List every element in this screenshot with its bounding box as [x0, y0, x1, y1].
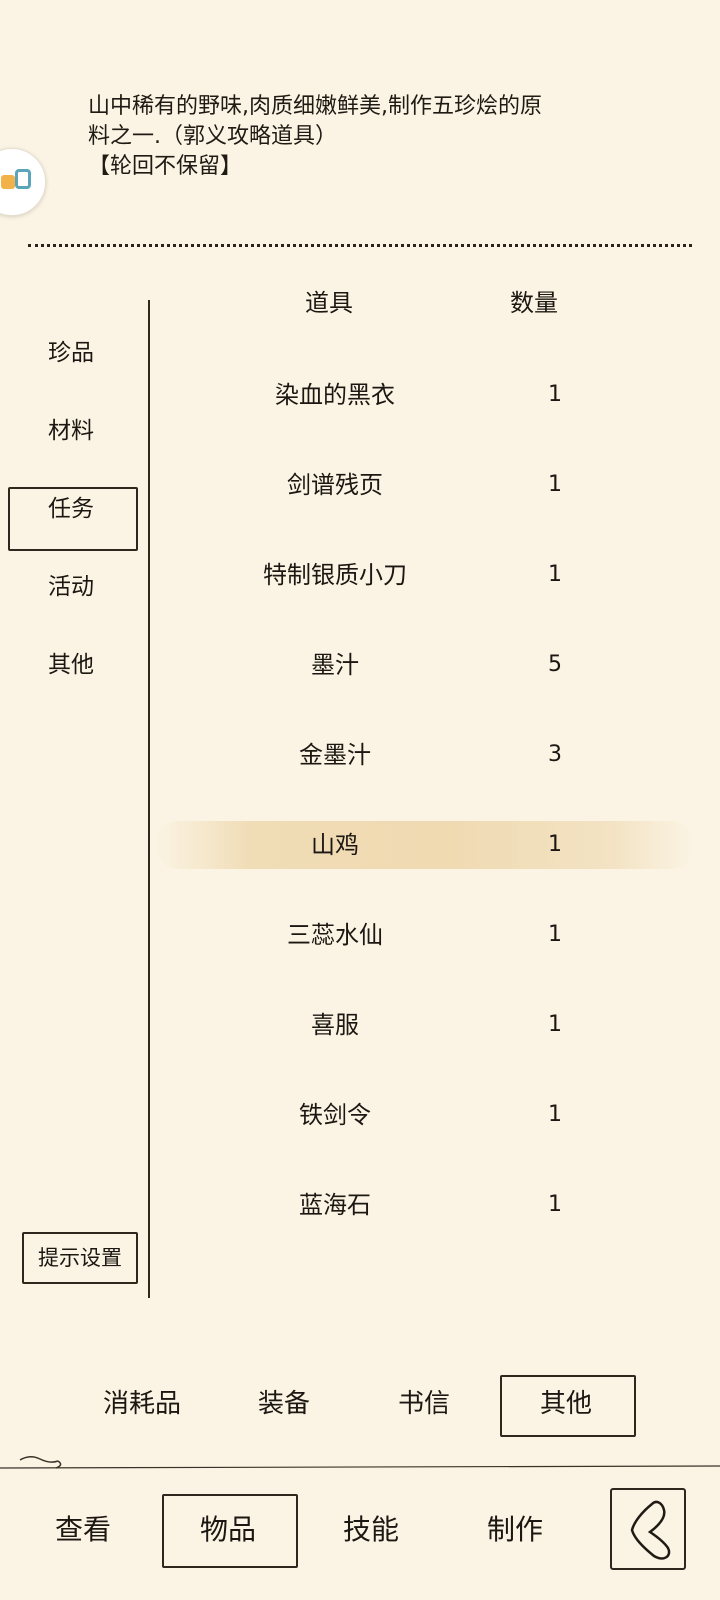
category-other[interactable]: 其他 [48, 651, 94, 679]
item-quantity: 1 [548, 562, 562, 587]
category-quest[interactable]: 任务 [48, 495, 94, 523]
item-description: 山中稀有的野味,肉质细嫩鲜美,制作五珍烩的原 料之一.（郭义攻略道具） 【轮回不… [88, 92, 648, 182]
nav-items[interactable]: 物品 [200, 1512, 256, 1548]
item-name: 山鸡 [311, 831, 359, 859]
table-row[interactable]: 铁剑令 1 [155, 1085, 695, 1145]
ink-wave-divider [0, 1456, 720, 1469]
app-floating-icon [1, 175, 15, 189]
item-name: 铁剑令 [299, 1101, 371, 1129]
nav-crafting[interactable]: 制作 [487, 1512, 543, 1548]
back-button[interactable] [610, 1488, 686, 1570]
description-line-2: 料之一.（郭义攻略道具） [88, 124, 337, 149]
category-material[interactable]: 材料 [48, 417, 94, 445]
tab-letters[interactable]: 书信 [398, 1387, 450, 1421]
back-chevron-icon [630, 1500, 671, 1560]
column-header-item: 道具 [305, 289, 353, 317]
description-line-3: 【轮回不保留】 [88, 154, 243, 179]
item-name: 剑谱残页 [287, 471, 383, 499]
floating-assistant-button[interactable] [0, 148, 46, 216]
tab-other[interactable]: 其他 [540, 1387, 592, 1421]
tab-equipment[interactable]: 装备 [258, 1387, 310, 1421]
item-name: 特制银质小刀 [263, 561, 407, 589]
item-quantity: 1 [548, 922, 562, 947]
item-quantity: 1 [548, 1102, 562, 1127]
item-quantity: 1 [548, 832, 562, 857]
item-name: 蓝海石 [299, 1191, 371, 1219]
item-name: 金墨汁 [299, 741, 371, 769]
category-event[interactable]: 活动 [48, 573, 94, 601]
item-quantity: 1 [548, 472, 562, 497]
description-line-1: 山中稀有的野味,肉质细嫩鲜美,制作五珍烩的原 [88, 94, 542, 119]
item-quantity: 1 [548, 382, 562, 407]
item-quantity: 1 [548, 1012, 562, 1037]
item-name: 染血的黑衣 [275, 381, 395, 409]
item-name: 三蕊水仙 [287, 921, 383, 949]
nav-skills[interactable]: 技能 [343, 1512, 399, 1548]
table-row-selected[interactable]: 山鸡 1 [155, 815, 695, 875]
table-row[interactable]: 特制银质小刀 1 [155, 545, 695, 605]
item-name: 喜服 [311, 1011, 359, 1039]
table-row[interactable]: 蓝海石 1 [155, 1175, 695, 1235]
table-row[interactable]: 金墨汁 3 [155, 725, 695, 785]
table-row[interactable]: 染血的黑衣 1 [155, 365, 695, 425]
item-quantity: 5 [548, 652, 562, 677]
category-treasure[interactable]: 珍品 [48, 339, 94, 367]
column-header-quantity: 数量 [510, 289, 558, 317]
hint-settings-button[interactable]: 提示设置 [22, 1232, 138, 1284]
item-quantity: 3 [548, 742, 562, 767]
table-row[interactable]: 喜服 1 [155, 995, 695, 1055]
app-floating-icon-frame [15, 169, 31, 189]
table-row[interactable]: 墨汁 5 [155, 635, 695, 695]
table-row[interactable]: 剑谱残页 1 [155, 455, 695, 515]
item-name: 墨汁 [311, 651, 359, 679]
item-quantity: 1 [548, 1192, 562, 1217]
nav-view[interactable]: 查看 [55, 1512, 111, 1548]
category-divider-line [148, 300, 150, 1298]
table-row[interactable]: 三蕊水仙 1 [155, 905, 695, 965]
tab-consumables[interactable]: 消耗品 [103, 1387, 181, 1421]
dotted-divider [28, 244, 692, 247]
